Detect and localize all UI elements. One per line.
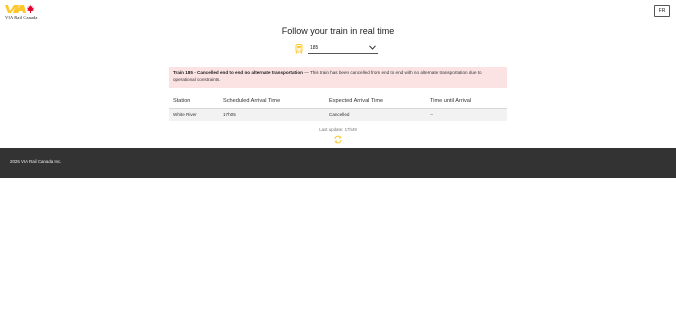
alert-heading: Train 185 - Cancelled end to end no alte…	[173, 70, 303, 75]
copyright-text: 2025 VIA Rail Canada Inc.	[10, 159, 62, 164]
header-time-until-arrival: Time until Arrival	[430, 98, 472, 104]
page-title: Follow your train in real time	[281, 26, 395, 36]
refresh-icon[interactable]	[333, 135, 343, 144]
via-rail-logo[interactable]: VIA Rail Canada	[5, 4, 41, 20]
footer: 2025 VIA Rail Canada Inc.	[0, 148, 676, 178]
header-station: Station	[173, 98, 191, 104]
cell-expected-arrival: Cancelled	[329, 112, 350, 117]
cell-station: White River	[173, 112, 197, 117]
cancellation-alert: Train 185 - Cancelled end to end no alte…	[169, 67, 507, 88]
train-number-value: 185	[310, 45, 319, 51]
header-expected-arrival: Expected Arrival Time	[329, 98, 384, 104]
cell-time-until-arrival: --	[430, 112, 434, 117]
logo-text: VIA Rail Canada	[5, 15, 38, 20]
table-header: Station Scheduled Arrival Time Expected …	[169, 95, 507, 109]
cell-scheduled-arrival: 17h05	[223, 112, 236, 117]
language-toggle-button[interactable]: FR	[654, 5, 670, 17]
arrival-table: Station Scheduled Arrival Time Expected …	[169, 95, 507, 121]
header-scheduled-arrival: Scheduled Arrival Time	[223, 98, 281, 104]
table-row: White River 17h05 Cancelled --	[169, 109, 507, 121]
via-logo-mark-icon	[5, 4, 34, 13]
last-update-text: Last update: 17h49	[319, 127, 357, 132]
chevron-down-icon	[369, 45, 376, 50]
train-number-select[interactable]: 185	[308, 43, 378, 54]
train-icon	[295, 44, 303, 54]
page: VIA Rail Canada FR Follow your train in …	[0, 0, 676, 324]
